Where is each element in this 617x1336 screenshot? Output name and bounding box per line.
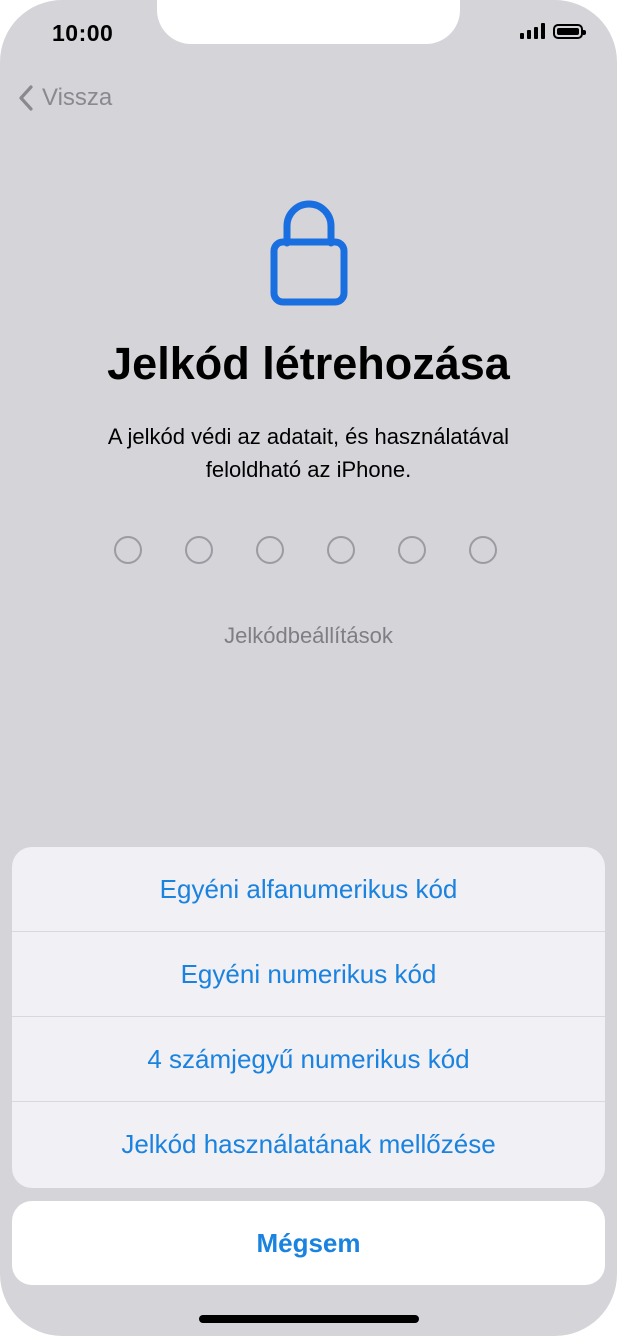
passcode-options-link[interactable]: Jelkódbeállítások <box>0 623 617 649</box>
notch <box>157 0 460 44</box>
passcode-dot <box>327 536 355 564</box>
subtitle-line-1: A jelkód védi az adatait, és használatáv… <box>107 424 510 449</box>
passcode-dot <box>185 536 213 564</box>
battery-icon <box>553 23 586 39</box>
option-custom-numeric[interactable]: Egyéni numerikus kód <box>12 932 605 1017</box>
page-title: Jelkód létrehozása <box>107 338 510 389</box>
passcode-dot <box>114 536 142 564</box>
passcode-dot <box>398 536 426 564</box>
status-time: 10:00 <box>52 20 114 46</box>
page-subtitle: A jelkód védi az adatait, és használatáv… <box>60 420 557 486</box>
passcode-dot <box>256 536 284 564</box>
lock-icon <box>270 196 348 306</box>
subtitle-line-2: feloldható az iPhone. <box>205 457 412 482</box>
passcode-dot <box>469 536 497 564</box>
option-4-digit-numeric[interactable]: 4 számjegyű numerikus kód <box>12 1017 605 1102</box>
action-sheet: Egyéni alfanumerikus kód Egyéni numeriku… <box>12 847 605 1188</box>
chevron-left-icon <box>19 85 33 111</box>
back-label: Vissza <box>42 84 113 111</box>
phone-screen: 10:00 Vissza Jelkód létrehozása A jelkód… <box>0 0 617 1336</box>
option-custom-alphanumeric[interactable]: Egyéni alfanumerikus kód <box>12 847 605 932</box>
cancel-button[interactable]: Mégsem <box>12 1201 605 1285</box>
option-no-passcode[interactable]: Jelkód használatának mellőzése <box>12 1102 605 1187</box>
cellular-signal-icon <box>520 23 545 39</box>
passcode-dots <box>114 536 497 564</box>
status-icons <box>520 23 586 39</box>
back-button[interactable]: Vissza <box>18 84 112 112</box>
home-indicator[interactable] <box>199 1315 419 1323</box>
